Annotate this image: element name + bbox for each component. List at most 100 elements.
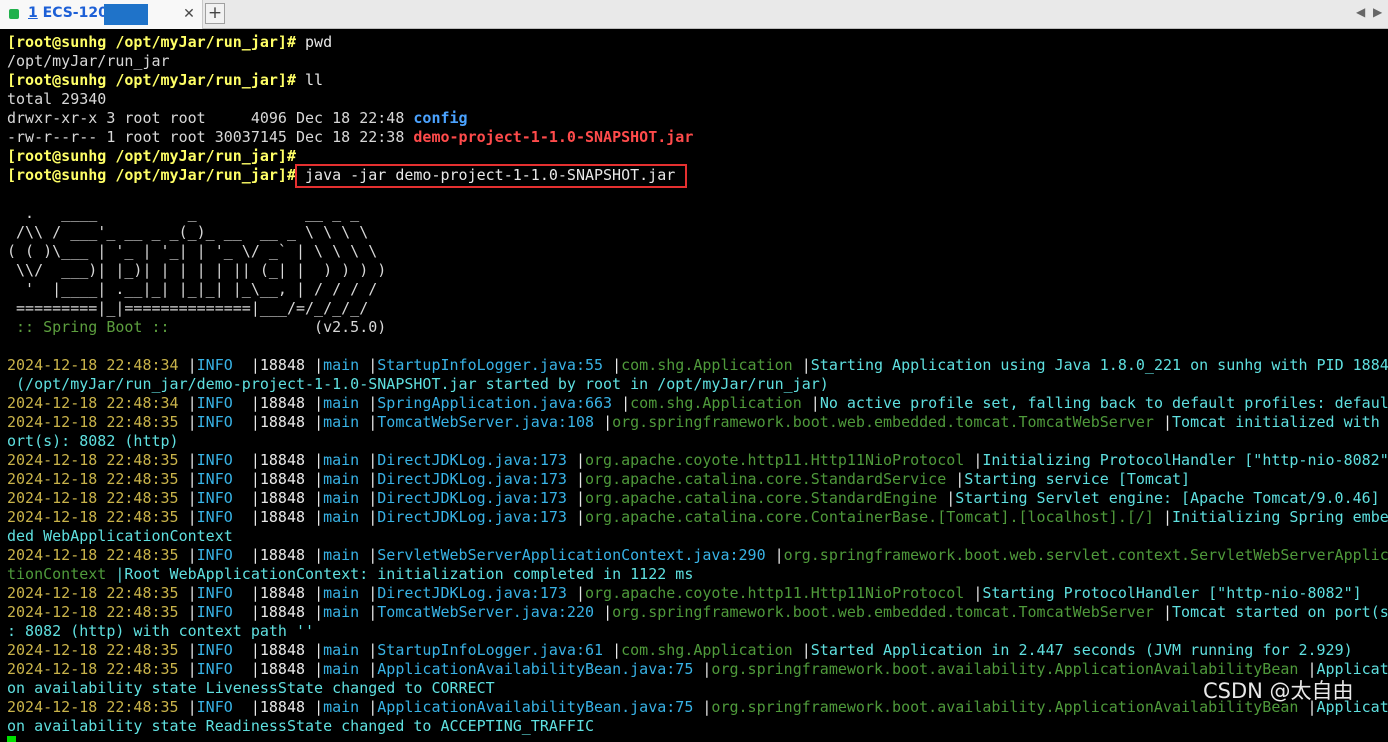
log-message: No active profile set, falling back to d… [819, 394, 1388, 412]
log-timestamp: 2024-12-18 22:48:35 [7, 698, 179, 716]
terminal-line: drwxr-xr-x 3 root root 4096 Dec 18 22:48… [7, 109, 468, 128]
log-line: 2024-12-18 22:48:35 |INFO |18848 |main |… [7, 470, 1191, 488]
log-timestamp: 2024-12-18 22:48:35 [7, 470, 179, 488]
banner-line: . ____ _ __ _ _ [7, 204, 360, 222]
log-source: StartupInfoLogger.java:61 [377, 641, 604, 659]
banner-line: =========|_|==============|___/=/_/_/_/ [7, 299, 369, 317]
log-line: 2024-12-18 22:48:34 |INFO |18848 |main |… [7, 394, 1388, 413]
log-thread: main [323, 641, 360, 659]
log-line: on availability state ReadinessState cha… [7, 717, 594, 736]
log-line: 2024-12-18 22:48:35 |INFO |18848 |main |… [7, 641, 1353, 659]
session-tab-label: 1 ECS-120. [28, 5, 113, 21]
log-line: 2024-12-18 22:48:35 |INFO |18848 |main |… [7, 489, 1380, 507]
log-continuation: ort(s): 8082 (http) [7, 432, 179, 450]
log-source: ApplicationAvailabilityBean.java:75 [377, 660, 694, 678]
log-timestamp: 2024-12-18 22:48:35 [7, 508, 179, 526]
log-thread: main [323, 394, 360, 412]
log-pid: 18848 [259, 508, 306, 526]
terminal-line: total 29340 [7, 90, 107, 108]
log-line: 2024-12-18 22:48:35 |INFO |18848 |main |… [7, 508, 1388, 527]
log-message: Tomcat initialized with p [1172, 413, 1388, 431]
log-timestamp: 2024-12-18 22:48:34 [7, 394, 179, 412]
spring-boot-label: :: Spring Boot :: [7, 318, 179, 336]
log-message: Starting Application using Java 1.8.0_22… [810, 356, 1388, 374]
log-timestamp: 2024-12-18 22:48:35 [7, 641, 179, 659]
log-source: DirectJDKLog.java:173 [377, 451, 567, 469]
log-source: ApplicationAvailabilityBean.java:75 [377, 698, 694, 716]
log-line: ort(s): 8082 (http) [7, 432, 179, 451]
log-thread: main [323, 356, 360, 374]
log-class: com.shg.Application [621, 356, 793, 374]
jar-file-name: demo-project-1-1.0-SNAPSHOT.jar [413, 128, 694, 146]
log-timestamp: 2024-12-18 22:48:35 [7, 584, 179, 602]
log-thread: main [323, 546, 360, 564]
log-line: 2024-12-18 22:48:35 |INFO |18848 |main |… [7, 660, 1388, 679]
log-level: INFO [196, 413, 233, 431]
log-source: DirectJDKLog.java:173 [377, 489, 567, 507]
log-line: 2024-12-18 22:48:35 |INFO |18848 |main |… [7, 546, 1388, 565]
log-source: ServletWebServerApplicationContext.java:… [377, 546, 766, 564]
log-thread: main [323, 603, 360, 621]
log-class: com.shg.Application [630, 394, 802, 412]
log-class: org.apache.catalina.core.StandardService [585, 470, 947, 488]
log-level: INFO [196, 660, 233, 678]
file-meta: -rw-r--r-- 1 root root 30037145 Dec 18 2… [7, 128, 414, 146]
log-message: Starting service [Tomcat] [964, 470, 1191, 488]
log-level: INFO [196, 641, 233, 659]
log-timestamp: 2024-12-18 22:48:35 [7, 451, 179, 469]
banner-line: ' |____| .__|_| |_|_| |_\__, | / / / / [7, 280, 378, 298]
log-level: INFO [196, 698, 233, 716]
log-message: Starting Servlet engine: [Apache Tomcat/… [955, 489, 1380, 507]
connected-status-icon [9, 9, 19, 19]
terminal-line: [root@sunhg /opt/myJar/run_jar]# pwd [7, 33, 332, 52]
log-source: TomcatWebServer.java:220 [377, 603, 595, 621]
log-thread: main [323, 413, 360, 431]
log-line: on availability state LivenessState chan… [7, 679, 495, 698]
log-timestamp: 2024-12-18 22:48:35 [7, 603, 179, 621]
command-text: pwd [295, 33, 333, 51]
log-line: 2024-12-18 22:48:35 |INFO |18848 |main |… [7, 451, 1388, 470]
session-tab[interactable]: 1 ECS-120. ✕ [0, 0, 203, 29]
log-source: SpringApplication.java:663 [377, 394, 613, 412]
log-source: DirectJDKLog.java:173 [377, 508, 567, 526]
add-tab-button[interactable]: + [205, 3, 225, 24]
scroll-tabs-left-icon[interactable]: ◀ [1356, 5, 1365, 19]
log-source: DirectJDKLog.java:173 [377, 584, 567, 602]
terminal-output[interactable]: [root@sunhg /opt/myJar/run_jar]# pwd /op… [0, 29, 1388, 742]
log-level: INFO [196, 584, 233, 602]
log-timestamp: 2024-12-18 22:48:35 [7, 489, 179, 507]
log-line: 2024-12-18 22:48:34 |INFO |18848 |main |… [7, 356, 1388, 375]
terminal-line: -rw-r--r-- 1 root root 30037145 Dec 18 2… [7, 128, 693, 147]
session-tab-title: ECS-120. [42, 5, 114, 21]
log-continuation: |Root WebApplicationContext: initializat… [106, 565, 694, 583]
log-thread: main [323, 698, 360, 716]
log-message: Started Application in 2.447 seconds (JV… [810, 641, 1353, 659]
log-class: org.apache.coyote.http11.Http11NioProtoc… [585, 451, 965, 469]
close-tab-icon[interactable]: ✕ [179, 2, 199, 26]
shell-prompt: [root@sunhg /opt/myJar/run_jar]# [7, 71, 296, 89]
shell-prompt: [root@sunhg /opt/myJar/run_jar]# [7, 166, 296, 184]
log-pid: 18848 [259, 603, 306, 621]
terminal-line: /opt/myJar/run_jar [7, 52, 170, 70]
log-message: Initializing Spring embed [1172, 508, 1388, 526]
watermark: CSDN @太自由 [1203, 679, 1354, 703]
log-class: org.springframework.boot.web.embedded.to… [612, 603, 1154, 621]
log-level: INFO [196, 470, 233, 488]
directory-name: config [413, 109, 468, 127]
log-timestamp: 2024-12-18 22:48:34 [7, 356, 179, 374]
log-class: org.apache.coyote.http11.Http11NioProtoc… [585, 584, 965, 602]
log-timestamp: 2024-12-18 22:48:35 [7, 546, 179, 564]
log-class: org.apache.catalina.core.StandardEngine [585, 489, 938, 507]
log-timestamp: 2024-12-18 22:48:35 [7, 660, 179, 678]
log-level: INFO [196, 489, 233, 507]
log-pid: 18848 [259, 546, 306, 564]
log-line: (/opt/myJar/run_jar/demo-project-1-1.0-S… [7, 375, 829, 394]
log-timestamp: 2024-12-18 22:48:35 [7, 413, 179, 431]
log-thread: main [323, 508, 360, 526]
log-pid: 18848 [259, 356, 306, 374]
log-line: ded WebApplicationContext [7, 527, 233, 546]
file-meta: drwxr-xr-x 3 root root 4096 Dec 18 22:48 [7, 109, 414, 127]
log-thread: main [323, 470, 360, 488]
log-thread: main [323, 584, 360, 602]
scroll-tabs-right-icon[interactable]: ▶ [1373, 5, 1382, 19]
